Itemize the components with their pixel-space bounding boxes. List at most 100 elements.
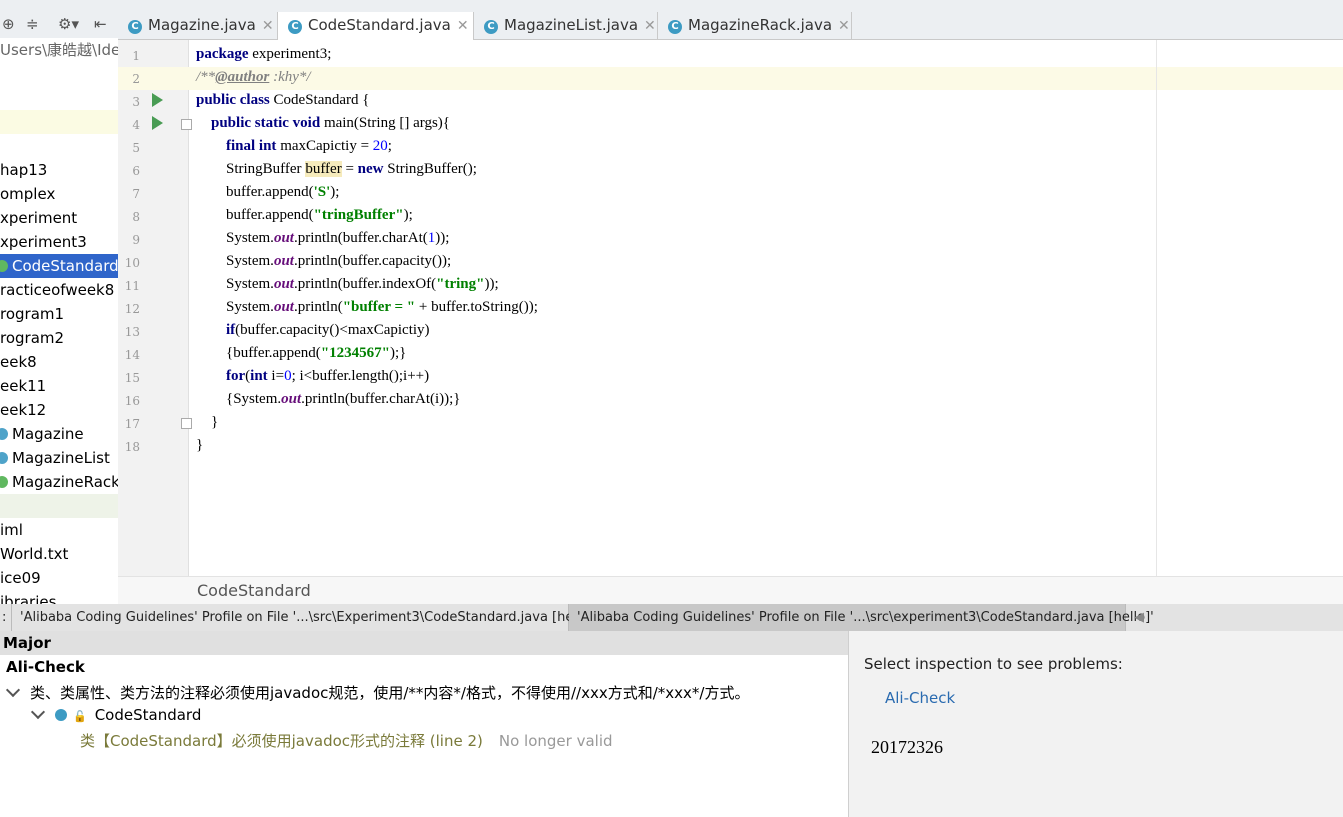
tree-item[interactable]: eek12 <box>0 398 118 422</box>
problem-text: 类【CodeStandard】必须使用javadoc形式的注释 (line 2) <box>80 732 483 750</box>
collapse-icon[interactable]: ≑ <box>26 15 39 33</box>
line-number: 2 <box>132 72 140 86</box>
tree-item[interactable]: Magazine <box>0 422 118 446</box>
class-icon: C <box>288 20 302 34</box>
tree-item[interactable]: MagazineRack <box>0 470 118 494</box>
tree-item-selected[interactable]: CodeStandard <box>0 254 118 278</box>
breadcrumb: CodeStandard <box>118 576 1343 605</box>
gear-icon[interactable]: ⚙▾ <box>58 15 79 33</box>
code-line: } <box>196 414 219 430</box>
severity-label: Major <box>3 634 51 652</box>
tab-magazinelist[interactable]: C MagazineList.java ✕ <box>474 12 658 39</box>
tab-magazinerack[interactable]: C MagazineRack.java ✕ <box>658 12 852 39</box>
line-number: 7 <box>132 187 140 201</box>
chevron-down-icon[interactable] <box>30 704 46 720</box>
tree-item[interactable]: xperiment3 <box>0 230 118 254</box>
line-number: 6 <box>132 164 140 178</box>
line-number: 3 <box>132 95 140 109</box>
lock-icon: 🔓 <box>73 710 87 723</box>
inspection-tab-active[interactable]: 'Alibaba Coding Guidelines' Profile on F… <box>569 604 1154 631</box>
top-strip <box>118 0 1343 12</box>
target-icon[interactable]: ⊕ <box>2 15 15 33</box>
code-line: public class CodeStandard { <box>196 92 370 108</box>
fold-icon[interactable] <box>181 119 192 130</box>
details-prompt: Select inspection to see problems: <box>864 655 1123 673</box>
tree-item[interactable]: xperiment <box>0 206 118 230</box>
run-icon[interactable] <box>152 116 163 130</box>
run-icon[interactable] <box>152 93 163 107</box>
line-number: 17 <box>124 417 140 431</box>
tree-item[interactable]: hap13 <box>0 158 118 182</box>
severity-header <box>0 631 848 655</box>
code-line: System.out.println(buffer.indexOf("tring… <box>196 276 499 292</box>
tree-item[interactable]: World.txt <box>0 542 118 566</box>
tree-item-label: MagazineList <box>12 449 110 467</box>
project-tree: Users\康皓越\Ide hap13 omplex xperiment xpe… <box>0 38 119 604</box>
tree-item[interactable]: racticeofweek8 <box>0 278 118 302</box>
tab-label: CodeStandard.java <box>308 16 451 34</box>
close-icon[interactable]: ✕ <box>644 18 656 34</box>
code-line: {System.out.println(buffer.charAt(i));} <box>196 391 461 407</box>
tab-label: MagazineRack.java <box>688 16 833 34</box>
details-link[interactable]: Ali-Check <box>885 689 955 707</box>
code-line: {buffer.append("1234567");} <box>196 345 407 361</box>
class-icon: C <box>128 20 142 34</box>
tree-row-highlight <box>0 110 118 134</box>
line-number: 14 <box>124 348 140 362</box>
class-icon <box>0 428 8 440</box>
tree-item[interactable]: omplex <box>0 182 118 206</box>
tree-item-label: MagazineRack <box>12 473 118 491</box>
hide-icon[interactable]: ⇤ <box>94 15 107 33</box>
close-icon[interactable]: ✕ <box>457 18 469 34</box>
tab-overflow[interactable]: : <box>0 604 12 631</box>
tree-item[interactable]: iml <box>0 518 118 542</box>
group-label[interactable]: Ali-Check <box>6 658 85 676</box>
inspection-tab[interactable]: 'Alibaba Coding Guidelines' Profile on F… <box>12 604 597 631</box>
rule-row[interactable]: 类、类属性、类方法的注释必须使用javadoc规范，使用/**内容*/格式，不得… <box>5 682 749 703</box>
file-row[interactable]: 🔓 CodeStandard <box>30 704 201 724</box>
class-icon <box>0 260 8 272</box>
code-line: package experiment3; <box>196 46 332 62</box>
code-line: for(int i=0; i<buffer.length();i++) <box>226 368 430 384</box>
chevron-down-icon[interactable] <box>5 682 21 698</box>
class-icon <box>0 476 8 488</box>
line-number: 13 <box>124 325 140 339</box>
tree-item-label: Magazine <box>12 425 84 443</box>
tree-item[interactable]: rogram2 <box>0 326 118 350</box>
inspection-tabs: : 'Alibaba Coding Guidelines' Profile on… <box>0 604 1343 632</box>
tree-path: Users\康皓越\Ide <box>0 41 118 59</box>
line-number: 5 <box>132 141 140 155</box>
tab-codestandard[interactable]: C CodeStandard.java ✕ <box>278 12 474 40</box>
line-number: 11 <box>124 279 140 293</box>
tree-item[interactable]: ibraries <box>0 590 118 604</box>
code-line: StringBuffer buffer = new StringBuffer()… <box>196 161 477 177</box>
scroll-left-icon[interactable]: ◀ <box>1126 604 1154 631</box>
code-line: System.out.println("buffer = " + buffer.… <box>196 299 538 315</box>
project-toolbar: ⊕ ≑ ⚙▾ ⇤ <box>0 12 118 39</box>
close-icon[interactable]: ✕ <box>838 18 850 34</box>
tree-item[interactable]: ice09 <box>0 566 118 590</box>
tree-item[interactable]: rogram1 <box>0 302 118 326</box>
code-line: } <box>196 437 204 453</box>
class-icon: C <box>484 20 498 34</box>
code-line: System.out.println(buffer.capacity()); <box>196 253 452 269</box>
problem-row[interactable]: 类【CodeStandard】必须使用javadoc形式的注释 (line 2)… <box>80 730 613 751</box>
tab-label: Magazine.java <box>148 16 256 34</box>
line-number: 18 <box>124 440 140 454</box>
tree-item[interactable]: eek11 <box>0 374 118 398</box>
breadcrumb-item[interactable]: CodeStandard <box>197 581 311 600</box>
tree-item[interactable]: MagazineList <box>0 446 118 470</box>
tree-row-highlight <box>0 494 118 518</box>
code-line: buffer.append("tringBuffer"); <box>196 207 413 223</box>
code-line: if(buffer.capacity()<maxCapictiy) <box>226 322 430 338</box>
close-icon[interactable]: ✕ <box>262 18 274 34</box>
code-line: public static void main(String [] args){ <box>211 115 451 131</box>
code-line: System.out.println(buffer.charAt(1)); <box>196 230 450 246</box>
line-number: 12 <box>124 302 140 316</box>
left-top-strip <box>0 0 118 12</box>
fold-icon[interactable] <box>181 418 192 429</box>
class-icon <box>55 709 67 721</box>
tab-magazine[interactable]: C Magazine.java ✕ <box>118 12 278 39</box>
tab-label: MagazineList.java <box>504 16 639 34</box>
tree-item[interactable]: eek8 <box>0 350 118 374</box>
